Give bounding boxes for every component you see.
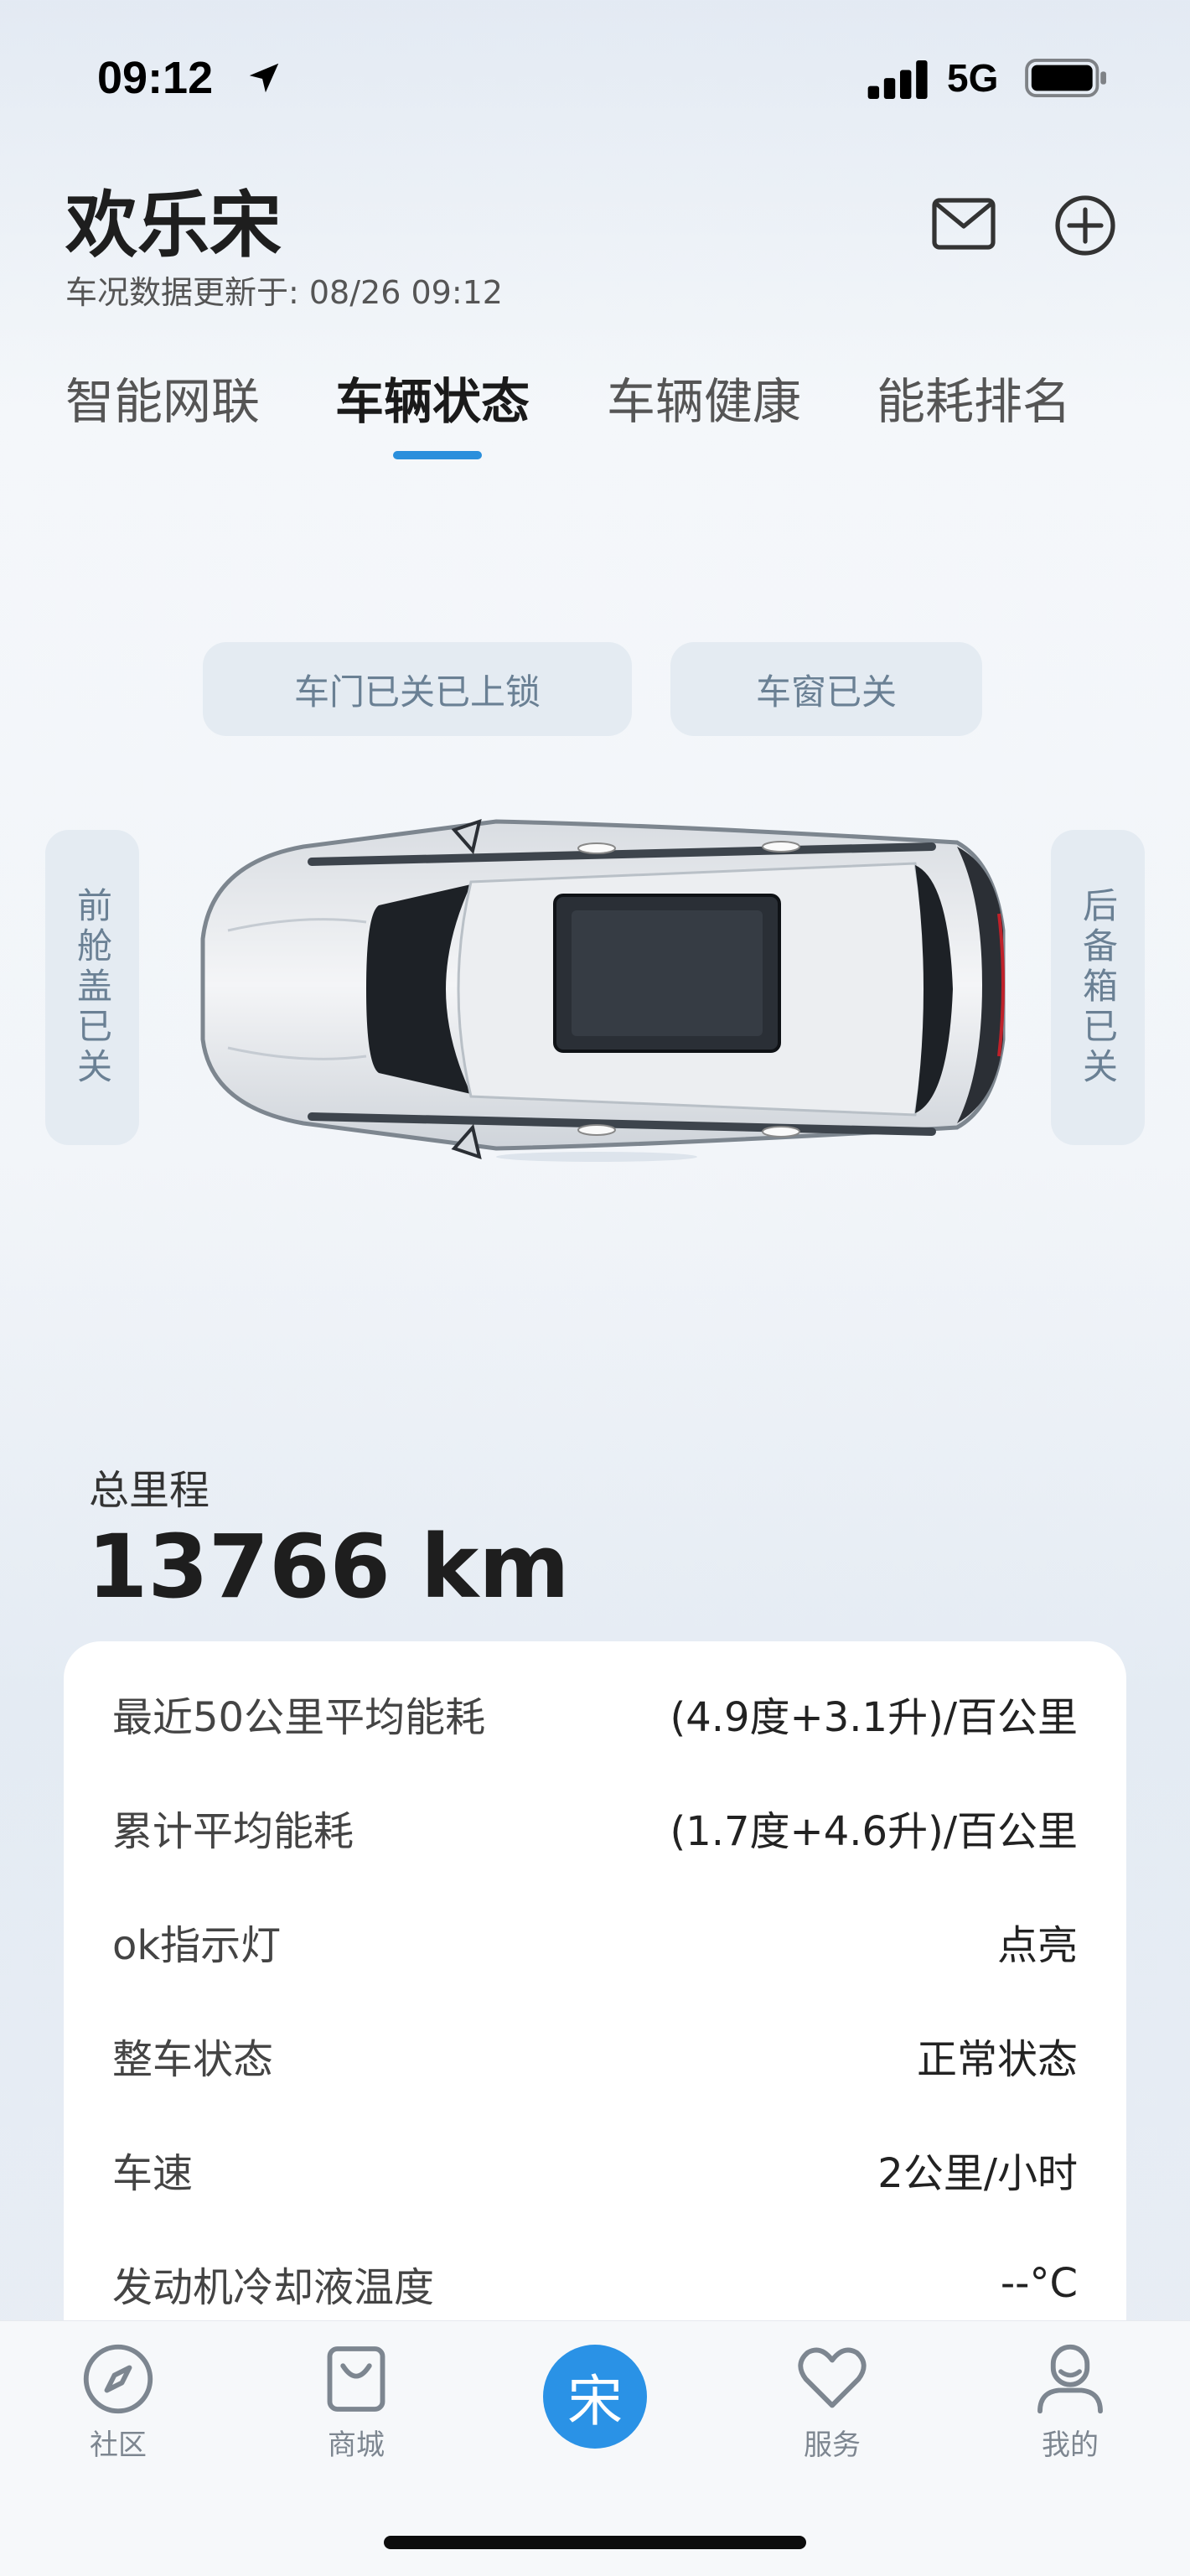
door-status-pill: 车门已关已上锁 <box>203 642 632 736</box>
total-mileage-label: 总里程 <box>89 1467 210 1514</box>
nav-home-button[interactable]: 宋 <box>543 2345 647 2449</box>
tab-bar: 智能网联 车辆状态 车辆健康 能耗排名 <box>0 352 1190 461</box>
stat-label: 发动机冷却液温度 <box>112 2264 435 2311</box>
stat-label: 整车状态 <box>112 2036 274 2083</box>
nav-profile[interactable]: 我的 <box>1007 2341 1133 2463</box>
stat-label: 最近50公里平均能耗 <box>112 1694 486 1741</box>
heart-icon <box>798 2347 867 2408</box>
stat-value: 正常状态 <box>916 2036 1078 2083</box>
stat-row: 整车状态 正常状态 <box>112 2022 1078 2089</box>
stat-label: 车速 <box>112 2150 194 2197</box>
car-top-view-image <box>200 818 1006 1162</box>
page-title: 欢乐宋 <box>65 184 282 267</box>
battery-icon <box>1025 59 1106 97</box>
tab-vehicle-status[interactable]: 车辆状态 <box>335 362 530 433</box>
network-type: 5G <box>947 56 999 100</box>
trunk-status-label: 后备箱已关 <box>1077 887 1119 1088</box>
trunk-status-pill: 后备箱已关 <box>1051 830 1145 1145</box>
stat-label: 累计平均能耗 <box>112 1808 354 1855</box>
door-status-label: 车门已关已上锁 <box>293 671 541 713</box>
hood-status-pill: 前舱盖已关 <box>45 830 139 1145</box>
tab-energy-ranking[interactable]: 能耗排名 <box>877 362 1071 433</box>
shopping-bag-icon <box>327 2346 385 2412</box>
stat-row: 发动机冷却液温度 --°C <box>112 2250 1078 2317</box>
bottom-navigation: 社区 商城 宋 服务 我的 <box>0 2320 1190 2576</box>
window-status-label: 车窗已关 <box>755 671 897 713</box>
nav-mall[interactable]: 商城 <box>293 2341 419 2463</box>
nav-service[interactable]: 服务 <box>769 2341 895 2463</box>
stat-value: (1.7度+4.6升)/百公里 <box>670 1808 1078 1855</box>
home-indicator <box>384 2536 806 2549</box>
mail-icon[interactable] <box>932 198 996 250</box>
compass-icon <box>83 2344 153 2414</box>
stat-row: 最近50公里平均能耗 (4.9度+3.1升)/百公里 <box>112 1680 1078 1747</box>
nav-profile-label: 我的 <box>1042 2428 1099 2462</box>
profile-icon <box>1037 2344 1103 2414</box>
song-logo: 宋 <box>567 2369 623 2433</box>
signal-icon <box>867 60 928 99</box>
hood-status-label: 前舱盖已关 <box>71 887 113 1088</box>
add-icon[interactable] <box>1054 194 1116 257</box>
tab-smart-connect[interactable]: 智能网联 <box>65 362 260 433</box>
nav-mall-label: 商城 <box>328 2428 385 2462</box>
stat-row: 车速 2公里/小时 <box>112 2136 1078 2203</box>
stat-value: (4.9度+3.1升)/百公里 <box>670 1694 1078 1741</box>
nav-community-label: 社区 <box>90 2428 147 2462</box>
stat-row: ok指示灯 点亮 <box>112 1908 1078 1975</box>
stat-value: 点亮 <box>996 1922 1078 1969</box>
location-arrow-icon <box>249 63 279 93</box>
update-time: 车况数据更新于: 08/26 09:12 <box>65 274 503 311</box>
stat-row: 累计平均能耗 (1.7度+4.6升)/百公里 <box>112 1794 1078 1861</box>
stat-value: 2公里/小时 <box>877 2150 1078 2197</box>
tab-vehicle-health[interactable]: 车辆健康 <box>607 362 801 433</box>
window-status-pill: 车窗已关 <box>670 642 982 736</box>
total-mileage-value: 13766 km <box>87 1516 570 1618</box>
active-tab-indicator <box>393 451 482 459</box>
nav-community[interactable]: 社区 <box>55 2341 181 2463</box>
nav-service-label: 服务 <box>804 2428 861 2462</box>
stat-label: ok指示灯 <box>112 1922 282 1969</box>
status-time: 09:12 <box>97 53 214 103</box>
stat-value: --°C <box>1000 2260 1078 2307</box>
